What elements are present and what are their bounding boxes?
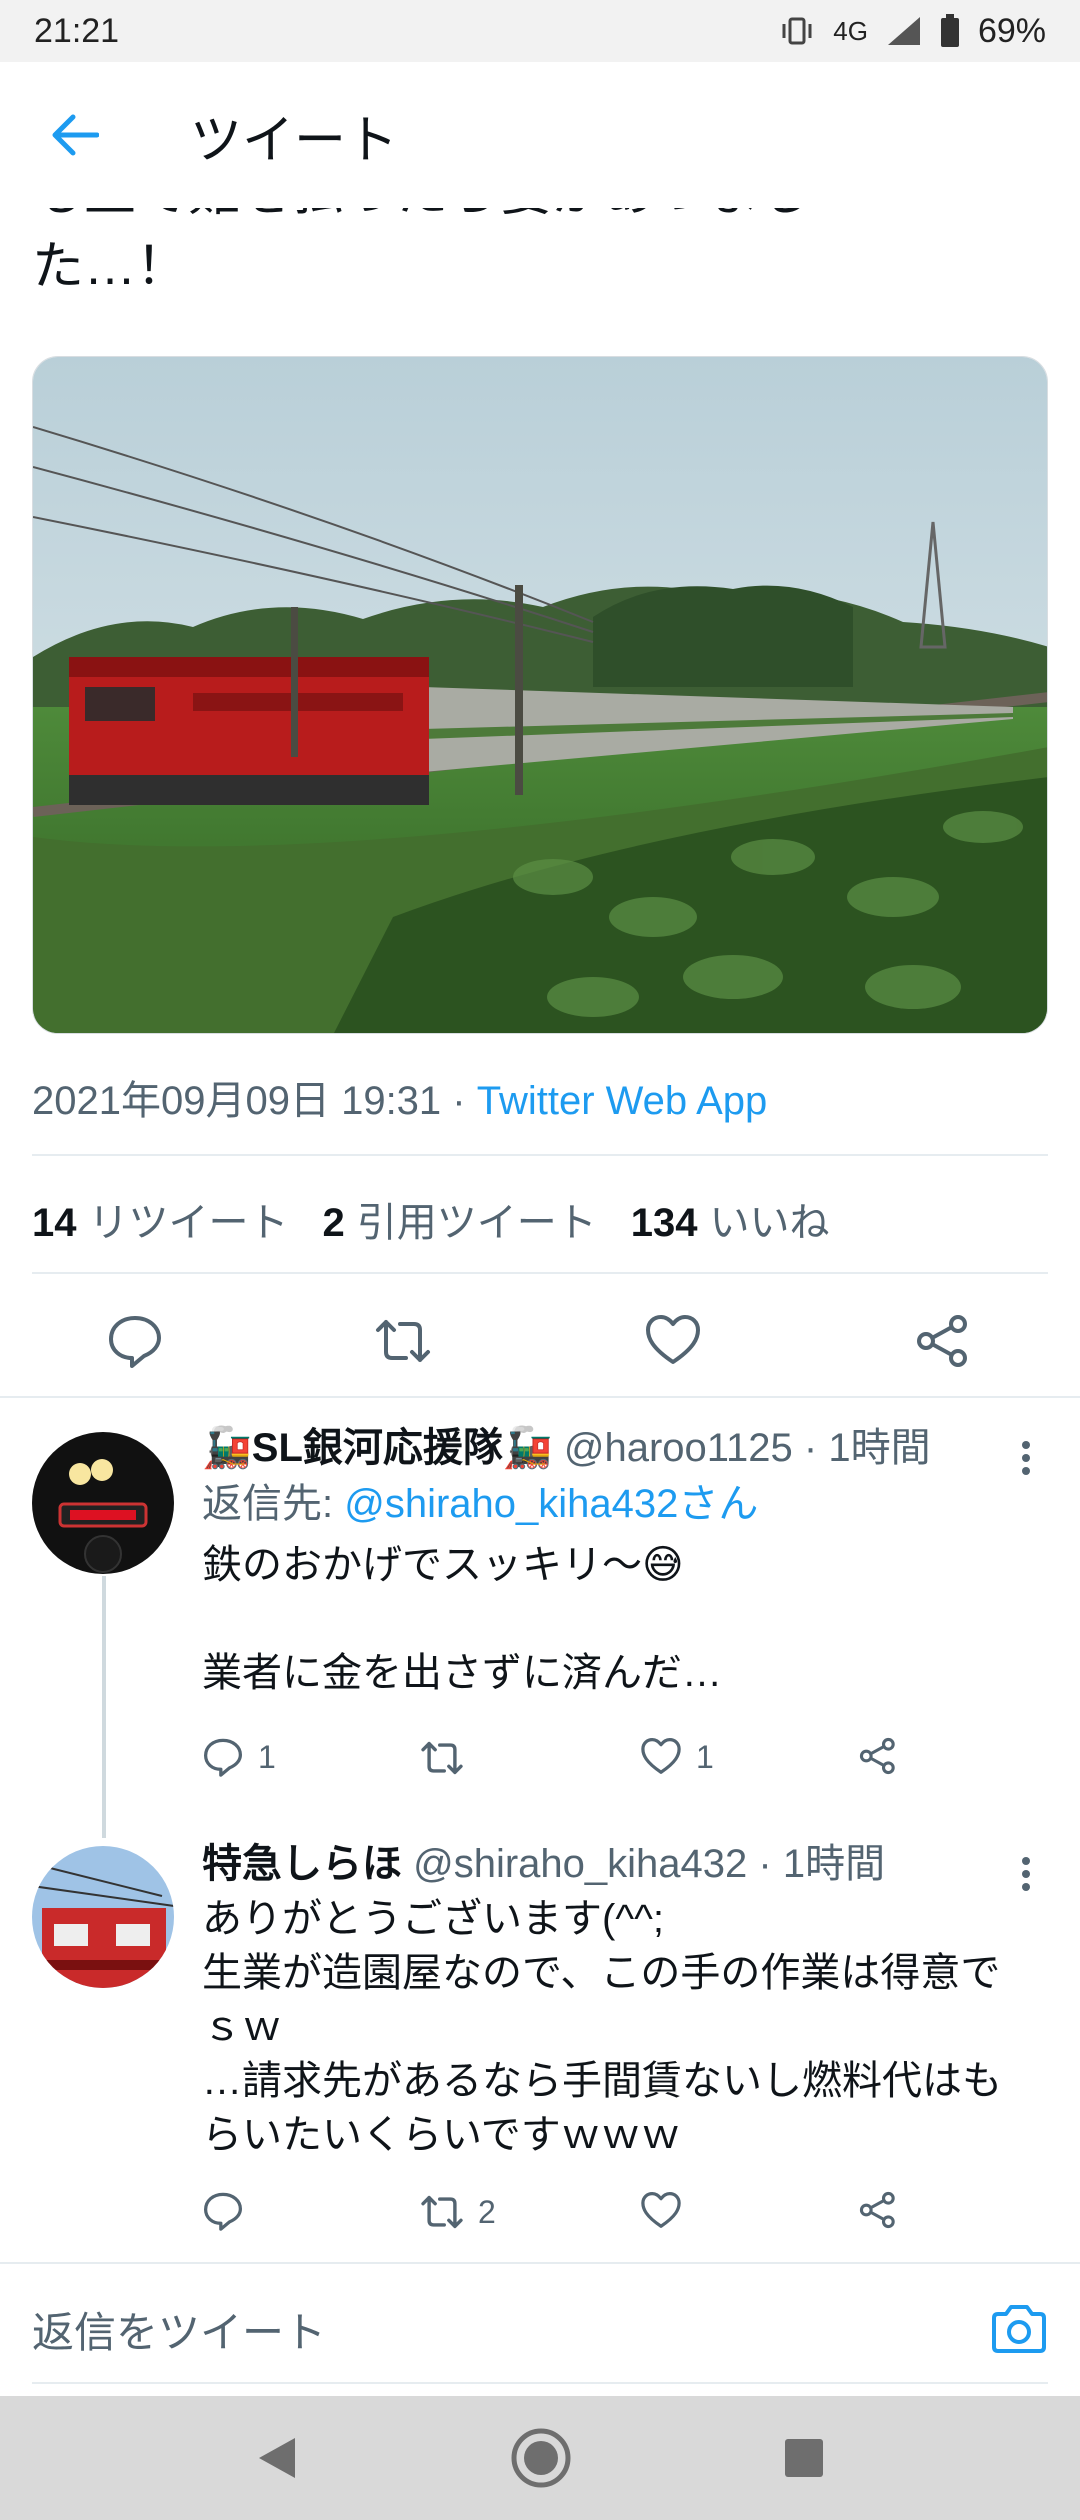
share-icon	[859, 1737, 895, 1775]
tweet-source-link[interactable]: Twitter Web App	[477, 1079, 768, 1123]
quotes-label: 引用ツイート	[356, 1201, 597, 1245]
user-handle[interactable]: @shiraho_kiha432	[413, 1842, 747, 1886]
heart-icon	[641, 2191, 681, 2228]
retweets-stat[interactable]: 14 リツイート	[32, 1190, 289, 1248]
reply-content: 特急しらほ @shiraho_kiha432 · 1時間 ありがとうございます(…	[202, 1836, 1040, 2162]
display-name[interactable]: 特急しらほ	[202, 1842, 402, 1886]
reply-button[interactable]: 1	[202, 1736, 276, 1778]
reply-composer[interactable]: 返信をツイート	[32, 2272, 1048, 2386]
reply-icon[interactable]	[106, 1312, 164, 1370]
network-type: 4G	[833, 15, 868, 46]
train-photo-illustration	[33, 357, 1047, 1033]
reply-time: · 1時間	[747, 1842, 886, 1886]
avatar-image	[32, 1432, 174, 1574]
retweets-count: 14	[32, 1201, 77, 1245]
reply-header: 🚂SL銀河応援隊🚂 @haroo1125 · 1時間	[202, 1420, 1040, 1476]
share-icon[interactable]	[914, 1312, 972, 1370]
more-options-icon[interactable]	[1022, 1852, 1034, 1896]
meta-separator: ·	[441, 1079, 477, 1123]
like-button[interactable]: 1	[640, 1736, 714, 1778]
arrow-left-icon	[52, 114, 99, 156]
divider	[0, 1396, 1080, 1398]
reply-input[interactable]: 返信をツイート	[32, 2299, 326, 2360]
retweet-button[interactable]: 2	[420, 2190, 496, 2234]
reply-header: 特急しらほ @shiraho_kiha432 · 1時間	[202, 1836, 1040, 1892]
status-icons: 4G 69%	[779, 12, 1046, 51]
user-handle[interactable]: @haroo1125	[564, 1426, 793, 1470]
like-button[interactable]	[640, 2190, 696, 2232]
status-bar: 21:21 4G 69%	[0, 0, 1080, 62]
system-navigation-bar	[0, 2396, 1080, 2520]
reply-text: 鉄のおかげでスッキリ〜😅 業者に金を出さずに済んだ…	[202, 1543, 722, 1695]
reply-to-handle[interactable]: @shiraho_kiha432さん	[344, 1482, 758, 1526]
divider	[32, 2382, 1048, 2384]
retweet-count: 2	[478, 2193, 496, 2230]
heart-icon	[641, 1737, 681, 1774]
divider	[32, 1154, 1048, 1156]
avatar-image	[32, 1846, 174, 1988]
nav-back-icon[interactable]	[255, 2434, 299, 2482]
thread-line	[102, 1576, 106, 1838]
back-button[interactable]	[0, 62, 150, 208]
tweet-photo[interactable]	[32, 356, 1048, 1034]
likes-label: いいね	[709, 1201, 830, 1245]
avatar[interactable]	[32, 1846, 174, 1988]
reply-content: 🚂SL銀河応援隊🚂 @haroo1125 · 1時間 返信先: @shiraho…	[202, 1420, 1040, 1700]
page-title: ツイート	[190, 111, 399, 170]
heart-icon[interactable]	[644, 1312, 702, 1370]
share-button[interactable]	[858, 2190, 898, 2230]
retweet-icon[interactable]	[374, 1312, 432, 1370]
nav-home-icon[interactable]	[510, 2427, 572, 2489]
nav-recents-icon[interactable]	[783, 2437, 825, 2479]
retweet-button[interactable]	[420, 1736, 478, 1780]
battery-icon	[940, 14, 959, 47]
likes-stat[interactable]: 134 いいね	[631, 1190, 830, 1248]
tweet-stats: 14 リツイート 2 引用ツイート 134 いいね	[32, 1190, 830, 1248]
battery-percent: 69%	[977, 11, 1046, 50]
signal-icon	[887, 17, 920, 45]
more-options-icon[interactable]	[1022, 1436, 1034, 1480]
like-count: 1	[696, 1738, 714, 1775]
status-time: 21:21	[34, 11, 120, 50]
camera-icon[interactable]	[990, 2304, 1048, 2354]
quotes-count: 2	[322, 1201, 345, 1245]
vibrate-icon	[782, 17, 812, 45]
retweets-label: リツイート	[88, 1201, 289, 1245]
retweet-icon	[421, 2195, 463, 2229]
reply-time: · 1時間	[792, 1426, 931, 1470]
display-name[interactable]: 🚂SL銀河応援隊🚂	[202, 1426, 553, 1470]
reply-button[interactable]	[202, 2190, 258, 2232]
reply-action-bar: 2	[202, 2190, 902, 2250]
share-icon	[859, 2191, 895, 2229]
avatar[interactable]	[32, 1432, 174, 1574]
tweet-meta: 2021年09月09日 19:31 · Twitter Web App	[32, 1068, 767, 1126]
reply-count: 1	[258, 1738, 276, 1775]
tweet-timestamp: 2021年09月09日 19:31	[32, 1079, 442, 1123]
reply-action-bar: 1 1	[202, 1736, 902, 1796]
tweet-text-last-line: た…！	[32, 238, 189, 296]
share-button[interactable]	[858, 1736, 898, 1776]
reply-icon	[203, 1738, 243, 1777]
retweet-icon	[421, 1741, 463, 1775]
likes-count: 134	[630, 1201, 698, 1245]
top-app-bar: ツイート	[0, 62, 1080, 208]
divider	[32, 1272, 1048, 1274]
quotes-stat[interactable]: 2 引用ツイート	[323, 1190, 597, 1248]
reply-to-label: 返信先:	[202, 1482, 345, 1526]
reply-icon	[203, 2192, 243, 2231]
tweet-action-bar	[0, 1290, 1080, 1390]
reply-text: ありがとうございます(^^; 生業が造園屋なので、この手の作業は得意でｓｗ …請…	[202, 1897, 1002, 2157]
reply-to-line: 返信先: @shiraho_kiha432さん	[202, 1476, 1040, 1532]
divider	[0, 2262, 1080, 2264]
